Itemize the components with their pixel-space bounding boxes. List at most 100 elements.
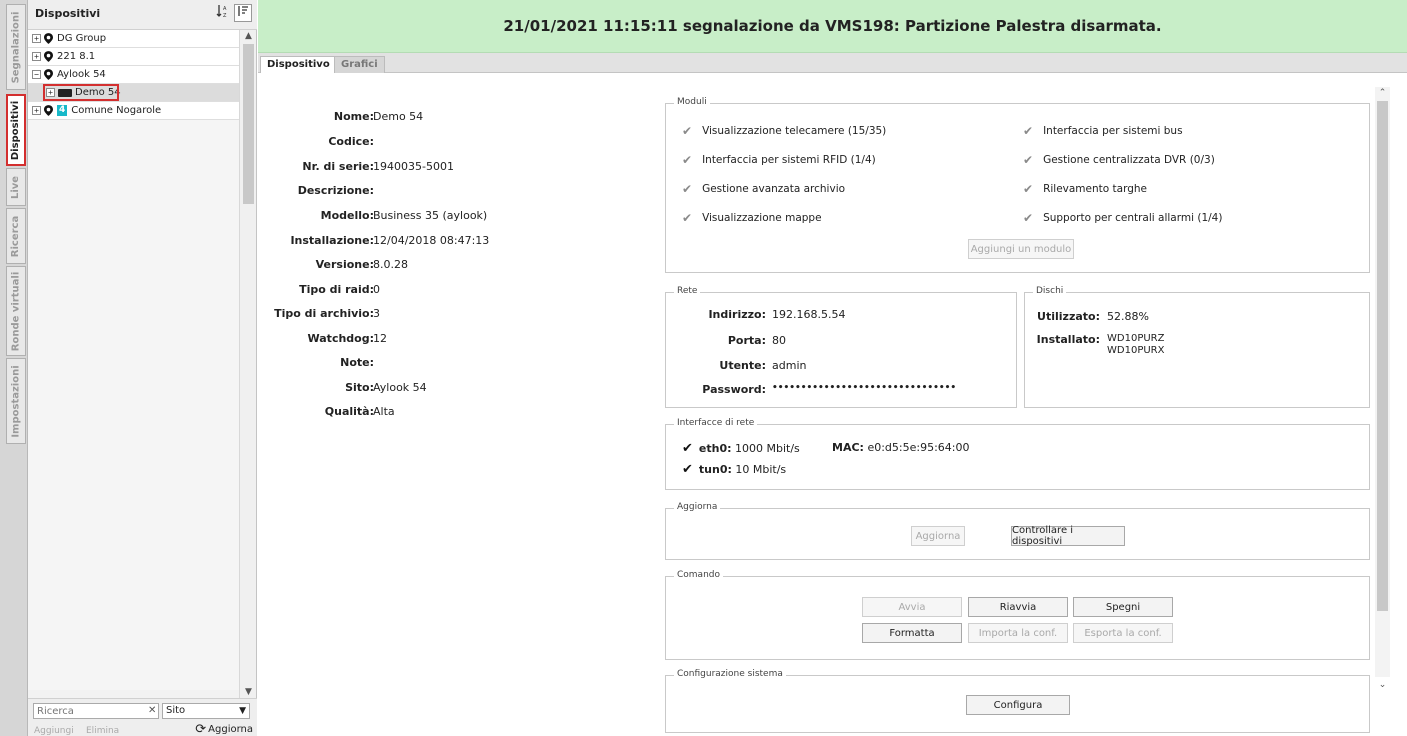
check-devices-button[interactable]: Controllare i dispositivi xyxy=(1011,525,1125,547)
tab-live-label: Live xyxy=(10,175,22,199)
check-icon: ✔ xyxy=(682,124,693,138)
tab-dispositivo[interactable]: Dispositivo xyxy=(260,56,337,73)
update-legend: Aggiorna xyxy=(674,502,721,512)
refresh-icon: ⟳ xyxy=(195,722,207,736)
check-icon: ✔ xyxy=(1023,182,1034,196)
expand-icon[interactable]: + xyxy=(32,52,41,61)
check-icon: ✔ xyxy=(682,462,693,477)
scroll-up-icon[interactable]: ⌃ xyxy=(1375,87,1390,99)
network-group: Rete Indirizzo: 192.168.5.54 Porta: 80 U… xyxy=(665,286,1017,408)
tree-item-comune-nogarole[interactable]: + 4 Comune Nogarole xyxy=(28,102,240,120)
info-label-versione: Versione: xyxy=(315,258,374,271)
module-item: ✔ Supporto per centrali allarmi (1/4) xyxy=(1023,211,1223,225)
modules-legend: Moduli xyxy=(674,97,710,107)
tab-grafici[interactable]: Grafici xyxy=(334,56,385,73)
disks-group: Dischi Utilizzato: 52.88% Installato: WD… xyxy=(1024,286,1370,408)
eth0-row: ✔ eth0: 1000 Mbit/s xyxy=(682,441,800,456)
info-label-codice: Codice: xyxy=(328,135,374,148)
sort-list-icon[interactable] xyxy=(234,4,252,22)
module-item: ✔ Gestione centralizzata DVR (0/3) xyxy=(1023,153,1215,167)
interfaces-group: Interfacce di rete ✔ eth0: 1000 Mbit/s MA… xyxy=(665,418,1370,490)
filter-select-value: Sito xyxy=(166,705,186,716)
check-icon: ✔ xyxy=(1023,124,1034,138)
tab-segnalazioni-label: Segnalazioni xyxy=(10,11,22,83)
user-value: admin xyxy=(772,359,807,372)
tab-impostazioni-label: Impostazioni xyxy=(10,364,22,438)
tab-impostazioni[interactable]: Impostazioni xyxy=(6,358,26,444)
tun0-row: ✔ tun0: 10 Mbit/s xyxy=(682,462,787,477)
password-value: •••••••••••••••••••••••••••••••• xyxy=(772,383,957,393)
tree-item-label: DG Group xyxy=(57,33,107,44)
delete-button[interactable]: Elimina xyxy=(86,725,119,736)
info-label-note: Note: xyxy=(340,356,374,369)
tab-live[interactable]: Live xyxy=(6,168,26,206)
scroll-down-icon[interactable]: ▼ xyxy=(240,686,257,698)
main-scrollbar[interactable]: ⌃ ⌄ xyxy=(1375,87,1390,690)
sysconfig-legend: Configurazione sistema xyxy=(674,669,786,679)
device-details: Nome: Demo 54 Codice: Nr. di serie: 1940… xyxy=(258,74,1407,736)
check-icon: ✔ xyxy=(1023,211,1034,225)
location-pin-icon xyxy=(44,69,53,80)
info-label-sito: Sito: xyxy=(345,381,374,394)
collapse-icon[interactable]: − xyxy=(32,70,41,79)
expand-icon[interactable]: + xyxy=(32,34,41,43)
network-legend: Rete xyxy=(674,286,701,296)
scroll-up-icon[interactable]: ▲ xyxy=(240,30,257,42)
tree-item-demo-54[interactable]: + Demo 54 xyxy=(28,84,240,102)
main-scroll-thumb[interactable] xyxy=(1377,101,1388,611)
shutdown-button[interactable]: Spegni xyxy=(1073,597,1173,617)
update-group: Aggiorna Aggiorna Controllare i disposit… xyxy=(665,502,1370,560)
tree-item-label: 221 8.1 xyxy=(57,51,96,62)
add-module-button[interactable]: Aggiungi un modulo xyxy=(968,239,1074,259)
filter-select[interactable]: Sito ▼ xyxy=(162,703,250,719)
tree-scroll-thumb[interactable] xyxy=(243,44,254,204)
start-button[interactable]: Avvia xyxy=(862,597,962,617)
sort-alpha-icon[interactable]: AZ xyxy=(214,4,232,22)
command-group: Comando Avvia Riavvia Spegni Formatta Im… xyxy=(665,570,1370,660)
used-label: Utilizzato: xyxy=(1037,310,1100,323)
import-config-button[interactable]: Importa la conf. xyxy=(968,623,1068,643)
tab-dispositivi[interactable]: Dispositivi xyxy=(6,94,26,166)
add-button[interactable]: Aggiungi xyxy=(34,725,74,736)
search-input[interactable] xyxy=(33,703,159,719)
alarm-count-badge: 4 xyxy=(57,105,68,116)
tree-item-aylook-54[interactable]: − Aylook 54 xyxy=(28,66,240,84)
format-button[interactable]: Formatta xyxy=(862,623,962,643)
module-item: ✔ Visualizzazione telecamere (15/35) xyxy=(682,124,887,138)
port-value: 80 xyxy=(772,334,786,347)
tree-scrollbar[interactable]: ▲ ▼ xyxy=(239,30,256,698)
expand-icon[interactable]: + xyxy=(32,106,41,115)
tab-ronde-virtuali[interactable]: Ronde virtuali xyxy=(6,266,26,356)
check-icon: ✔ xyxy=(1023,153,1034,167)
tab-dispositivi-label: Dispositivi xyxy=(10,100,22,160)
address-label: Indirizzo: xyxy=(708,308,766,321)
info-label-serie: Nr. di serie: xyxy=(302,160,374,173)
mac-row: MAC: e0:d5:5e:95:64:00 xyxy=(832,441,970,454)
installed-label: Installato: xyxy=(1036,333,1100,346)
password-label: Password: xyxy=(702,383,766,396)
tree-item-dg-group[interactable]: + DG Group xyxy=(28,30,240,48)
svg-text:Z: Z xyxy=(223,13,227,18)
tab-ricerca[interactable]: Ricerca xyxy=(6,208,26,264)
module-item: ✔ Interfaccia per sistemi bus xyxy=(1023,124,1183,138)
location-pin-icon xyxy=(44,33,53,44)
modules-group: Moduli ✔ Visualizzazione telecamere (15/3… xyxy=(665,97,1370,273)
tab-segnalazioni[interactable]: Segnalazioni xyxy=(6,4,26,90)
configure-button[interactable]: Configura xyxy=(966,695,1070,715)
refresh-button[interactable]: ⟳ Aggiorna xyxy=(195,722,253,736)
restart-button[interactable]: Riavvia xyxy=(968,597,1068,617)
info-label-raid: Tipo di raid: xyxy=(299,283,374,296)
tree-item-221[interactable]: + 221 8.1 xyxy=(28,48,240,66)
check-icon: ✔ xyxy=(682,441,693,456)
check-icon: ✔ xyxy=(682,182,693,196)
info-label-qualita: Qualità: xyxy=(324,405,374,418)
export-config-button[interactable]: Esporta la conf. xyxy=(1073,623,1173,643)
device-tree-panel: Dispositivi AZ + DG Group + 221 8.1 − Ay… xyxy=(28,0,257,736)
scroll-down-icon[interactable]: ⌄ xyxy=(1375,679,1390,691)
check-icon: ✔ xyxy=(682,153,693,167)
location-pin-icon xyxy=(44,51,53,62)
clear-search-icon[interactable]: ✕ xyxy=(148,705,156,716)
update-button[interactable]: Aggiorna xyxy=(911,526,965,546)
interfaces-legend: Interfacce di rete xyxy=(674,418,758,428)
tree-title: Dispositivi xyxy=(35,7,101,20)
